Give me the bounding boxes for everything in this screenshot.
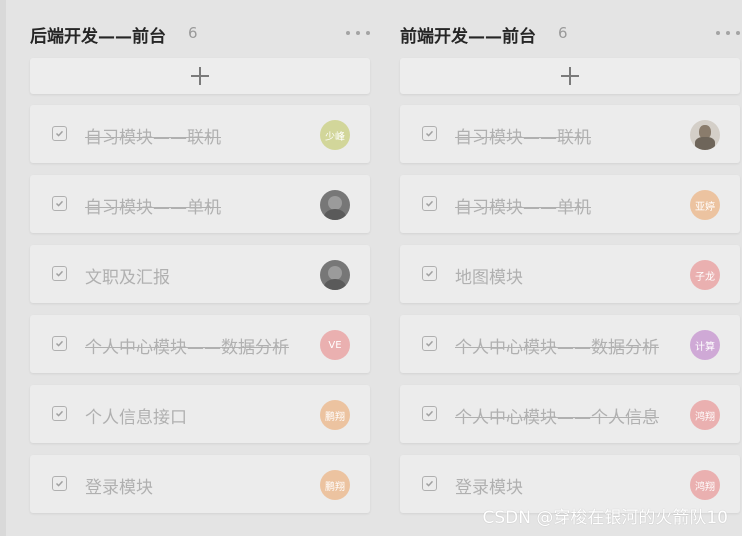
task-card[interactable]: 自习模块——联机 少峰 [30, 105, 370, 163]
column-header: 前端开发——前台 6 [400, 18, 740, 48]
task-card[interactable]: 自习模块——单机 亚婷 [400, 175, 740, 233]
task-title: 登录模块 [455, 478, 523, 498]
csdn-watermark: CSDN @穿梭在银河的火箭队10 [482, 508, 728, 528]
task-title: 个人中心模块——数据分析 [85, 338, 289, 358]
checkbox-checked-icon[interactable] [52, 126, 67, 141]
column-title: 前端开发——前台 [400, 27, 536, 47]
assignee-avatar[interactable]: 鹏翔 [320, 400, 350, 430]
add-card-button[interactable] [30, 58, 370, 94]
more-options-icon[interactable] [716, 23, 740, 43]
column-card-count: 6 [188, 24, 198, 42]
task-title: 登录模块 [85, 478, 153, 498]
task-card[interactable]: 个人信息接口 鹏翔 [30, 385, 370, 443]
column-header: 后端开发——前台 6 [30, 18, 370, 48]
plus-icon [561, 67, 579, 85]
kanban-column-frontend: 前端开发——前台 6 自习模块——联机 自习模块——单机 亚婷地图模块 子龙个人中心模… [400, 0, 740, 536]
assignee-avatar[interactable] [320, 190, 350, 220]
checkbox-checked-icon[interactable] [52, 406, 67, 421]
task-card[interactable]: 个人中心模块——个人信息 鸿翔 [400, 385, 740, 443]
task-title: 个人中心模块——数据分析 [455, 338, 659, 358]
task-card[interactable]: 自习模块——联机 [400, 105, 740, 163]
column-card-count: 6 [558, 24, 568, 42]
column-title: 后端开发——前台 [30, 27, 166, 47]
task-title: 文职及汇报 [85, 268, 170, 288]
task-title: 自习模块——联机 [455, 128, 591, 148]
task-title: 地图模块 [455, 268, 523, 288]
assignee-avatar[interactable]: 少峰 [320, 120, 350, 150]
assignee-avatar[interactable]: 鸿翔 [690, 470, 720, 500]
assignee-avatar[interactable]: 子龙 [690, 260, 720, 290]
checkbox-checked-icon[interactable] [52, 476, 67, 491]
task-title: 自习模块——单机 [85, 198, 221, 218]
checkbox-checked-icon[interactable] [422, 196, 437, 211]
task-title: 自习模块——联机 [85, 128, 221, 148]
checkbox-checked-icon[interactable] [422, 266, 437, 281]
add-card-button[interactable] [400, 58, 740, 94]
assignee-avatar[interactable] [320, 260, 350, 290]
left-edge-strip [0, 0, 6, 536]
plus-icon [191, 67, 209, 85]
task-card[interactable]: 文职及汇报 [30, 245, 370, 303]
checkbox-checked-icon[interactable] [422, 336, 437, 351]
assignee-avatar[interactable]: 计算 [690, 330, 720, 360]
task-card[interactable]: 地图模块 子龙 [400, 245, 740, 303]
assignee-avatar[interactable]: 鹏翔 [320, 470, 350, 500]
task-card[interactable]: 自习模块——单机 [30, 175, 370, 233]
more-options-icon[interactable] [346, 23, 370, 43]
assignee-avatar[interactable]: 亚婷 [690, 190, 720, 220]
checkbox-checked-icon[interactable] [422, 406, 437, 421]
task-card[interactable]: 个人中心模块——数据分析 VE [30, 315, 370, 373]
task-card[interactable]: 个人中心模块——数据分析 计算 [400, 315, 740, 373]
checkbox-checked-icon[interactable] [422, 126, 437, 141]
task-title: 自习模块——单机 [455, 198, 591, 218]
task-card[interactable]: 登录模块 鹏翔 [30, 455, 370, 513]
checkbox-checked-icon[interactable] [52, 266, 67, 281]
checkbox-checked-icon[interactable] [422, 476, 437, 491]
assignee-avatar[interactable] [690, 120, 720, 150]
checkbox-checked-icon[interactable] [52, 336, 67, 351]
task-title: 个人中心模块——个人信息 [455, 408, 659, 428]
assignee-avatar[interactable]: 鸿翔 [690, 400, 720, 430]
task-title: 个人信息接口 [85, 408, 187, 428]
assignee-avatar[interactable]: VE [320, 330, 350, 360]
kanban-column-backend: 后端开发——前台 6 自习模块——联机 少峰自习模块——单机 文职及汇报个人中心模块… [30, 0, 370, 536]
checkbox-checked-icon[interactable] [52, 196, 67, 211]
